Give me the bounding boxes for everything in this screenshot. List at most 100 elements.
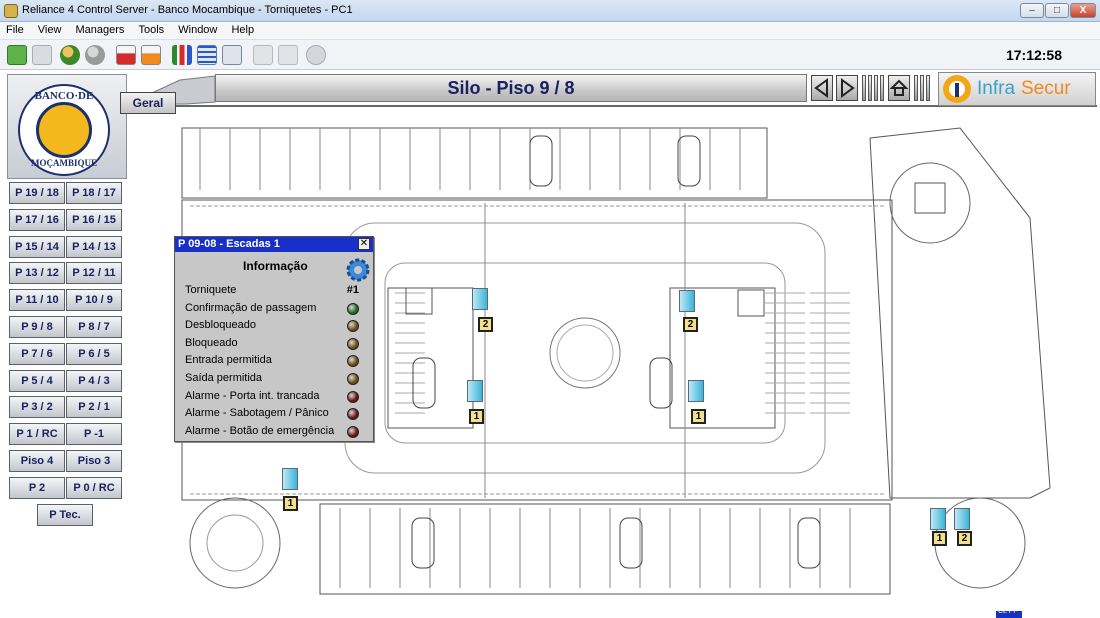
popup-status-row: Desbloqueado [185,319,367,336]
popup-row-label: Desbloqueado [185,319,256,332]
banco-mocambique-logo: BANCO·DE MOÇAMBIQUE [18,84,110,176]
floor-button[interactable]: P 14 / 13 [66,236,122,258]
floor-button[interactable]: P 16 / 15 [66,209,122,231]
arrow-left-icon [814,78,828,98]
menu-managers[interactable]: Managers [70,22,130,36]
floor-button[interactable]: P 3 / 2 [9,396,65,418]
floor-button[interactable]: P 12 / 11 [66,262,122,284]
elevator-east [737,289,765,317]
turnstile-badge: 2 [478,317,493,332]
floor-button[interactable]: Piso 3 [66,450,122,472]
status-led-icon [347,425,359,438]
floor-button[interactable]: P 5 / 4 [9,370,65,392]
floor-button[interactable]: P 2 / 1 [66,396,122,418]
menu-file[interactable]: File [0,22,29,36]
chart-icon[interactable] [172,45,192,65]
close-button[interactable]: X [1070,3,1096,18]
floor-button[interactable]: P 10 / 9 [66,289,122,311]
menu-help[interactable]: Help [225,22,259,36]
logo-bottom-text: MOÇAMBIQUE [31,158,97,168]
popup-status-row: Entrada permitida [185,354,367,371]
popup-row-label: Torniquete [185,284,237,296]
popup-row-label: Alarme - Porta int. trancada [185,389,320,402]
floor-button[interactable]: P -1 [66,423,122,445]
nav-stripe [914,75,918,101]
parking-row-bottom [319,503,891,595]
floor-button[interactable]: P 0 / RC [66,477,122,499]
floor-button[interactable]: P Tec. [37,504,93,526]
floor-button[interactable]: P 7 / 6 [9,343,65,365]
floor-button[interactable]: P 17 / 16 [9,209,65,231]
forward-icon[interactable] [32,45,52,65]
window-title: Reliance 4 Control Server - Banco Mocamb… [22,4,353,16]
user-icon[interactable] [85,45,105,65]
popup-close-button[interactable]: ✕ [358,238,370,250]
save-icon[interactable] [278,45,298,65]
user-add-icon[interactable] [60,45,80,65]
logo-top-text: BANCO·DE [34,90,94,102]
popup-status-row: Torniquete #1 [185,284,367,301]
turnstile-marker[interactable]: 2 [954,508,974,548]
edit-icon[interactable] [253,45,273,65]
geral-button[interactable]: Geral [120,92,176,114]
floor-button[interactable]: P 19 / 18 [9,182,65,204]
popup-title: P 09-08 - Escadas 1 [175,237,373,252]
status-led-icon [347,355,359,368]
alarm-icon[interactable] [116,45,136,65]
minimize-button[interactable]: – [1020,3,1044,18]
status-led-icon [347,302,359,315]
floor-button[interactable]: P 18 / 17 [66,182,122,204]
floor-button[interactable]: P 8 / 7 [66,316,122,338]
nav-stripe [874,75,878,101]
popup-row-label: Saída permitida [185,372,263,384]
floor-button[interactable]: Piso 4 [9,450,65,472]
inner-track [384,262,786,444]
home-button[interactable] [888,75,910,101]
nav-stripe [880,75,884,101]
turnstile-marker[interactable]: 2 [472,288,493,332]
prev-page-button[interactable] [811,75,833,101]
turnstile-badge: 1 [469,409,484,424]
popup-row-label: Alarme - Sabotagem / Pânico [185,407,329,420]
nav-stripe [926,75,930,101]
floor-button[interactable]: P 2 [9,477,65,499]
popup-row-value: #1 [346,284,359,296]
back-icon[interactable] [7,45,27,65]
report-icon[interactable] [197,45,217,65]
popup-row-label: Bloqueado [185,336,238,349]
floor-button[interactable]: P 6 / 5 [66,343,122,365]
clock: 17:12:58 [1005,47,1062,63]
turnstile-badge: 1 [691,409,706,424]
floor-button[interactable]: P 4 / 3 [66,370,122,392]
turnstile-marker[interactable]: 1 [930,508,950,548]
next-page-button[interactable] [836,75,858,101]
app-icon [4,4,18,18]
floor-button[interactable]: P 1 / RC [9,423,65,445]
maximize-button[interactable]: □ [1045,3,1069,18]
status-led-icon [347,373,359,385]
brand-prefix: Infra [977,78,1016,99]
status-led-icon [347,408,359,421]
menu-tools[interactable]: Tools [133,22,170,36]
turnstile-marker[interactable]: 1 [467,380,487,424]
floor-button[interactable]: P 15 / 14 [9,236,65,258]
settings-icon[interactable] [306,45,326,65]
turnstile-marker[interactable]: 1 [282,468,302,511]
circulation-track [344,222,826,474]
popup-status-row: Bloqueado [185,337,367,354]
status-indicator: CL PI [996,608,1022,618]
menu-view[interactable]: View [32,22,67,36]
floor-button[interactable]: P 11 / 10 [9,289,65,311]
menu-window[interactable]: Window [172,22,222,36]
status-led-icon [347,320,359,333]
turnstile-marker[interactable]: 2 [679,290,699,332]
popup-row-label: Confirmação de passagem [185,301,317,314]
stairwell-sw [189,497,281,589]
turnstile-marker[interactable]: 1 [688,380,708,424]
alarm-ack-icon[interactable] [141,45,161,65]
popup-section-title: Informação [243,259,308,273]
stairwell-sw-inner [206,514,264,572]
floor-button[interactable]: P 13 / 12 [9,262,65,284]
floor-button[interactable]: P 9 / 8 [9,316,65,338]
print-preview-icon[interactable] [222,45,242,65]
